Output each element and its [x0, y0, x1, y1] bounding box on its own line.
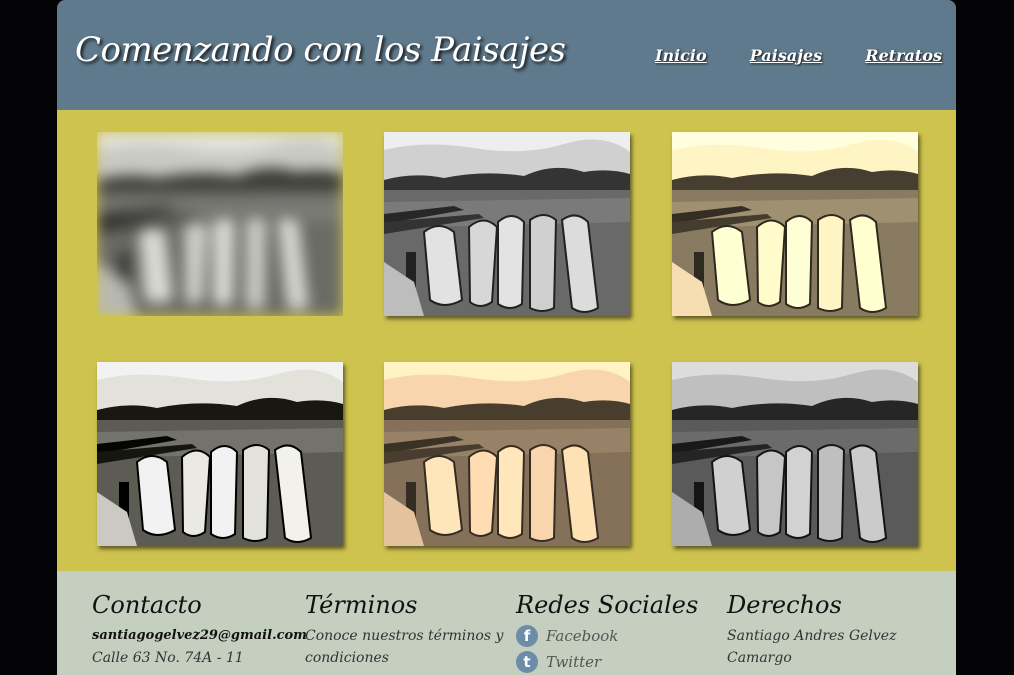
site-header: Comenzando con los Paisajes Inicio Paisa… [57, 0, 956, 110]
page: Comenzando con los Paisajes Inicio Paisa… [57, 0, 956, 675]
site-footer: Contacto santiagogelvez29@gmail.com Call… [57, 571, 956, 675]
nav-link-retratos[interactable]: Retratos [865, 46, 942, 65]
footer-contact: Contacto santiagogelvez29@gmail.com Call… [92, 591, 307, 669]
contact-address: Calle 63 No. 74A - 11 [92, 650, 244, 666]
footer-social: Redes Sociales f Facebook t Twitter [516, 591, 716, 675]
rights-text: Santiago Andres Gelvez Camargo [727, 628, 897, 666]
nav-link-paisajes[interactable]: Paisajes [750, 46, 822, 65]
contact-heading: Contacto [92, 591, 202, 619]
footer-rights: Derechos Santiago Andres Gelvez Camargo [727, 591, 927, 669]
nav-link-inicio[interactable]: Inicio [655, 46, 707, 65]
terms-heading: Términos [305, 591, 418, 619]
rights-heading: Derechos [727, 591, 842, 619]
gallery-photo-saturated[interactable] [384, 362, 630, 546]
site-title: Comenzando con los Paisajes [75, 30, 566, 70]
twitter-icon: t [516, 651, 538, 673]
footer-terms: Términos Conoce nuestros términos y cond… [305, 591, 505, 669]
gallery [57, 110, 956, 571]
social-heading: Redes Sociales [516, 591, 699, 619]
gallery-photo-grayscale[interactable] [384, 132, 630, 316]
gallery-photo-contrast[interactable] [97, 362, 343, 546]
social-link-twitter[interactable]: t Twitter [516, 651, 716, 673]
gallery-photo-blurred[interactable] [97, 132, 343, 316]
social-label: Twitter [546, 653, 602, 671]
main-nav: Inicio Paisajes Retratos [617, 46, 942, 65]
gallery-photo-sepia[interactable] [672, 132, 918, 316]
gallery-photo-grayscale-dark[interactable] [672, 362, 918, 546]
social-link-facebook[interactable]: f Facebook [516, 625, 716, 647]
contact-email[interactable]: santiagogelvez29@gmail.com [92, 625, 307, 647]
terms-text[interactable]: Conoce nuestros términos y condiciones [305, 625, 505, 669]
social-label: Facebook [546, 627, 619, 645]
facebook-icon: f [516, 625, 538, 647]
